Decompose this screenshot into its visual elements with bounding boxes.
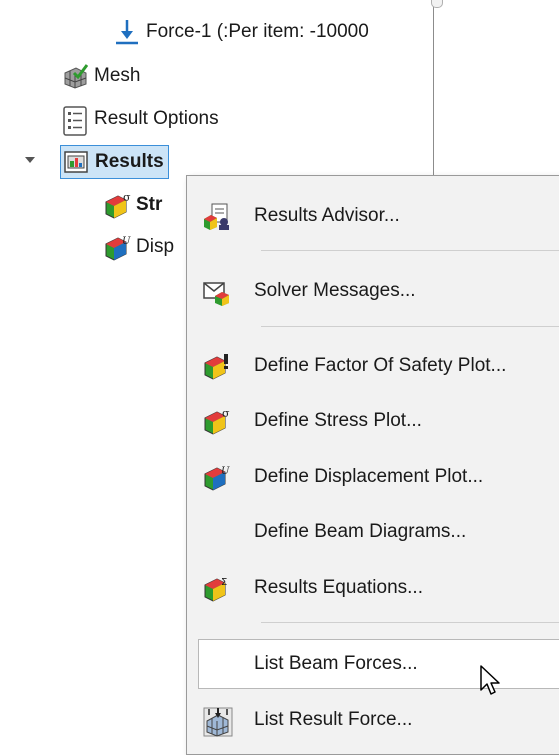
menu-item-label: Results Equations... (254, 577, 423, 598)
force-arrow-icon (114, 19, 140, 45)
tree-item-results[interactable]: Results (60, 145, 169, 179)
svg-text:U: U (122, 236, 131, 247)
tree-item-label: Force-1 (:Per item: -10000 (146, 21, 369, 42)
menu-item-solver-messages[interactable]: Solver Messages... (187, 269, 559, 313)
list-result-force-icon (203, 707, 233, 737)
menu-item-label: Define Stress Plot... (254, 410, 422, 431)
menu-item-define-factor-of-safety[interactable]: Define Factor Of Safety Plot... (187, 344, 559, 388)
context-menu: Results Advisor... Solver Messages... De… (186, 175, 559, 755)
menu-item-label: Define Displacement Plot... (254, 466, 484, 487)
menu-separator (261, 622, 559, 623)
menu-item-label: List Result Force... (254, 709, 413, 730)
tree-item-stress[interactable]: σ Str (104, 190, 162, 220)
results-folder-icon (63, 149, 89, 175)
tree-item-mesh[interactable]: Mesh (62, 61, 140, 91)
stress-plot-icon: σ (104, 191, 131, 219)
collapse-caret-icon[interactable] (25, 157, 35, 163)
scrollbar-thumb[interactable] (431, 0, 443, 8)
factor-of-safety-icon (203, 353, 229, 380)
tree-item-label: Results (95, 151, 164, 172)
tree-item-label: Mesh (94, 65, 141, 86)
menu-item-label: List Beam Forces... (254, 653, 418, 674)
results-equations-icon: Σ (203, 575, 229, 602)
tree-item-label: Disp (136, 236, 175, 257)
svg-text:σ: σ (123, 192, 131, 204)
mouse-cursor-icon (479, 664, 503, 706)
solver-messages-icon (203, 278, 229, 306)
svg-text:U: U (221, 466, 230, 477)
menu-item-define-stress-plot[interactable]: σ Define Stress Plot... (187, 399, 559, 443)
results-advisor-icon (203, 203, 229, 230)
tree-item-label: Str (136, 194, 163, 215)
mesh-icon (62, 63, 89, 89)
svg-text:Σ: Σ (221, 577, 227, 588)
menu-separator (261, 250, 559, 251)
menu-item-label: Results Advisor... (254, 205, 400, 226)
tree-item-label: Result Options (94, 108, 219, 129)
menu-item-label: Solver Messages... (254, 280, 416, 301)
displacement-plot-icon: U (104, 234, 131, 261)
tree-item-displacement[interactable]: U Disp (104, 232, 174, 262)
stress-plot-icon: σ (203, 407, 230, 435)
result-options-icon (62, 106, 88, 136)
tree-item-force[interactable]: Force-1 (:Per item: -10000 (114, 17, 369, 47)
menu-item-results-advisor[interactable]: Results Advisor... (187, 194, 559, 238)
tree-divider (433, 0, 434, 182)
menu-item-results-equations[interactable]: Σ Results Equations... (187, 566, 559, 610)
tree-item-result-options[interactable]: Result Options (62, 104, 219, 136)
menu-item-list-beam-forces[interactable]: List Beam Forces... (198, 639, 559, 689)
menu-item-label: Define Beam Diagrams... (254, 521, 467, 542)
displacement-plot-icon: U (203, 464, 230, 491)
menu-item-define-beam-diagrams[interactable]: Define Beam Diagrams... (187, 510, 559, 554)
menu-separator (261, 326, 559, 327)
menu-item-list-result-force[interactable]: List Result Force... (187, 698, 559, 742)
menu-item-label: Define Factor Of Safety Plot... (254, 355, 507, 376)
svg-text:σ: σ (222, 408, 230, 420)
menu-item-define-displacement-plot[interactable]: U Define Displacement Plot... (187, 455, 559, 499)
